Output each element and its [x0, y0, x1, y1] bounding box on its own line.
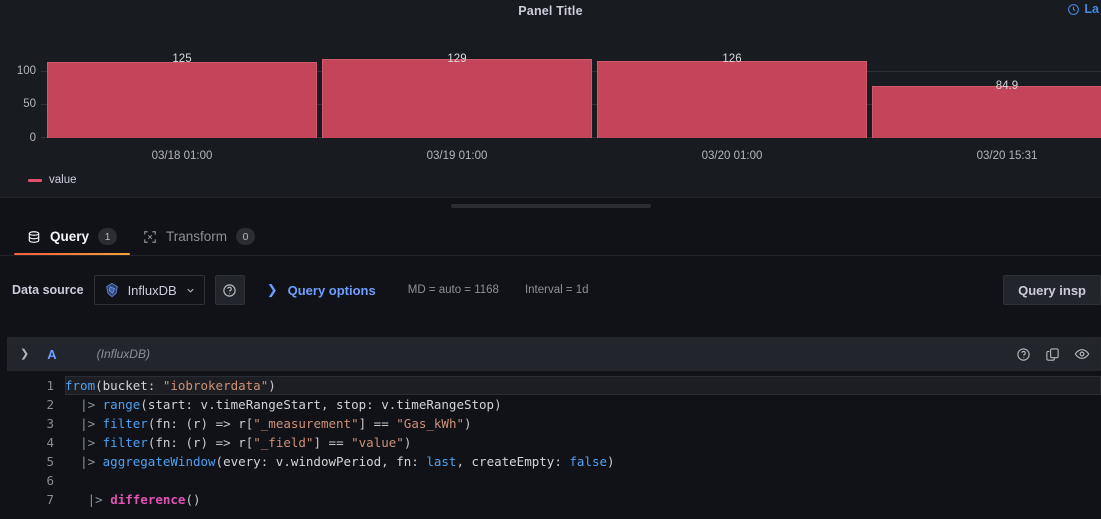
line-number: 4	[46, 435, 54, 450]
legend-color-swatch	[28, 178, 42, 182]
transform-icon	[144, 230, 156, 243]
editor-tabs: Query 1 Transform 0	[0, 214, 1101, 256]
influxdb-icon	[105, 282, 118, 298]
bar-value-label: 129	[447, 53, 467, 65]
line-number: 5	[46, 454, 54, 469]
panel-header: Panel Title La	[0, 0, 1101, 22]
editor-code[interactable]: from(bucket: "iobrokerdata") |> range(st…	[65, 376, 1101, 519]
clock-icon	[1068, 3, 1080, 15]
x-tick-label: 03/20 01:00	[701, 150, 763, 162]
plot-area: 125 129 126 84.9 03/18 01:00 03/19 01:00…	[41, 22, 1101, 162]
panel-resize-handle[interactable]	[0, 199, 1101, 213]
y-tick-50: 50	[23, 98, 36, 110]
editor-gutter: 1 2 3 4 5 6 7	[7, 376, 65, 519]
query-ref-id[interactable]: A	[47, 347, 56, 362]
bar-value-label: 126	[722, 53, 742, 65]
time-range-picker[interactable]: La	[1067, 2, 1099, 16]
query-actions	[1016, 346, 1090, 362]
line-number: 6	[46, 473, 54, 488]
line-number: 3	[46, 416, 54, 431]
code-line[interactable]: |> difference()	[65, 490, 1101, 509]
tab-query[interactable]: Query 1	[14, 228, 131, 255]
line-number: 2	[46, 397, 54, 412]
tab-transform-label: Transform	[166, 229, 228, 244]
bar[interactable]	[872, 86, 1101, 138]
interval-value: Interval = 1d	[524, 284, 589, 296]
y-tick-0: 0	[29, 132, 36, 144]
chevron-down-icon	[187, 288, 194, 293]
datasource-name: InfluxDB	[127, 282, 177, 298]
bar-value-label: 125	[172, 53, 192, 65]
datasource-picker[interactable]: InfluxDB	[93, 275, 205, 305]
resize-grip-icon	[450, 204, 651, 208]
query-editor-header: ❯ A (InfluxDB)	[7, 337, 1101, 371]
y-tick-100: 100	[16, 65, 36, 77]
bar[interactable]	[597, 61, 867, 138]
flux-code-editor[interactable]: 1 2 3 4 5 6 7 from(bucket: "iobrokerdata…	[7, 371, 1101, 519]
chevron-right-icon: ❯	[266, 282, 278, 297]
toggle-visibility-icon[interactable]	[1074, 346, 1090, 362]
bar[interactable]	[322, 59, 592, 138]
help-icon[interactable]	[1016, 347, 1031, 362]
bar-chart: 100 50 0 125 129 126 84.9 03/18 01:00 03…	[0, 22, 1101, 170]
max-data-points-value: MD = auto = 1168	[407, 284, 499, 296]
code-line[interactable]: from(bucket: "iobrokerdata")	[65, 376, 1101, 395]
code-line[interactable]: |> filter(fn: (r) => r["_field"] == "val…	[65, 433, 1101, 452]
duplicate-icon[interactable]	[1045, 347, 1060, 362]
time-range-label: La	[1084, 2, 1099, 16]
line-number: 7	[46, 492, 54, 507]
tab-transform-count: 0	[236, 228, 256, 245]
bar[interactable]	[47, 62, 317, 138]
query-inspector-button[interactable]: Query insp	[1003, 275, 1101, 305]
panel-title: Panel Title	[518, 4, 583, 18]
datasource-help-button[interactable]	[214, 275, 245, 305]
query-options-label: Query options	[287, 282, 376, 298]
tab-transform[interactable]: Transform 0	[130, 228, 268, 255]
datasource-row: Data source InfluxDB ❯ Query options MD …	[0, 268, 1101, 312]
query-inspector-label: Query insp	[1018, 282, 1086, 298]
line-number: 1	[46, 378, 54, 393]
query-editor-a: ❯ A (InfluxDB) 1 2 3 4 5 6 7 from(bucket…	[7, 337, 1101, 519]
code-line[interactable]	[65, 471, 1101, 490]
database-icon	[28, 230, 40, 243]
collapse-query-icon[interactable]: ❯	[20, 348, 29, 360]
panel: Panel Title La 100 50 0 125 129 126 84.9	[0, 0, 1101, 198]
active-tab-indicator	[14, 253, 131, 255]
bar-value-label: 84.9	[995, 80, 1019, 92]
tab-query-count: 1	[98, 228, 118, 245]
code-line[interactable]: |> aggregateWindow(every: v.windowPeriod…	[65, 452, 1101, 471]
tab-query-label: Query	[50, 229, 90, 244]
query-datasource-name: (InfluxDB)	[96, 347, 150, 361]
x-tick-label: 03/18 01:00	[151, 150, 213, 162]
y-axis: 100 50 0	[0, 22, 36, 170]
code-line[interactable]: |> filter(fn: (r) => r["_measurement"] =…	[65, 414, 1101, 433]
question-circle-icon	[223, 283, 236, 297]
x-tick-label: 03/20 15:31	[976, 150, 1038, 162]
query-options-toggle[interactable]: ❯ Query options	[267, 282, 376, 298]
x-tick-label: 03/19 01:00	[426, 150, 488, 162]
legend-item-label: value	[49, 174, 77, 186]
chart-legend[interactable]: value	[28, 174, 77, 186]
code-line[interactable]: |> range(start: v.timeRangeStart, stop: …	[65, 395, 1101, 414]
datasource-label: Data source	[12, 283, 84, 297]
